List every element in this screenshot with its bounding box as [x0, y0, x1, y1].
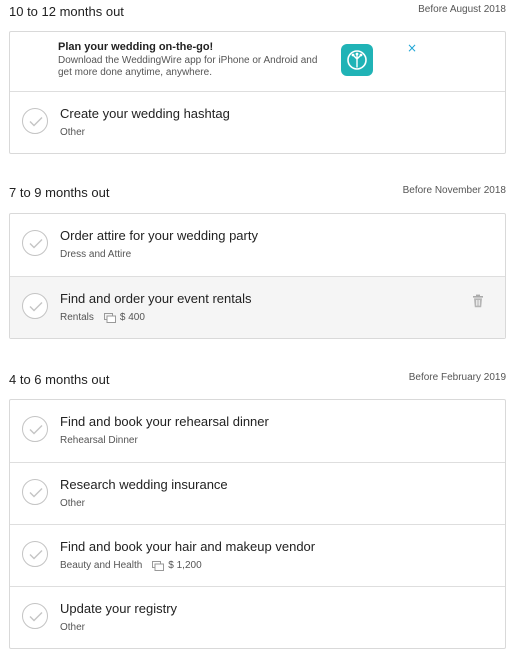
weddingwire-app-icon[interactable]	[341, 44, 373, 76]
task-row[interactable]: Research wedding insurance Other	[10, 462, 505, 524]
complete-task-checkbox[interactable]	[22, 541, 48, 567]
checkmark-icon	[29, 488, 43, 498]
close-promo-button[interactable]: ×	[407, 41, 417, 55]
trash-icon[interactable]	[471, 294, 485, 308]
task-row[interactable]: Find and order your event rentals Rental…	[10, 276, 505, 338]
task-row[interactable]: Create your wedding hashtag Other	[10, 91, 505, 153]
task-title[interactable]: Order attire for your wedding party	[60, 228, 258, 243]
task-card: Order attire for your wedding party Dres…	[9, 213, 506, 339]
section-10-12-months: 10 to 12 months out Before August 2018 P…	[9, 1, 506, 154]
task-category: Rehearsal Dinner	[60, 435, 138, 446]
task-row[interactable]: Order attire for your wedding party Dres…	[10, 214, 505, 276]
checklist-page: 10 to 12 months out Before August 2018 P…	[0, 0, 523, 650]
complete-task-checkbox[interactable]	[22, 108, 48, 134]
task-row[interactable]: Find and book your rehearsal dinner Rehe…	[10, 400, 505, 462]
task-category: Other	[60, 622, 86, 633]
task-category: Beauty and Health	[60, 560, 143, 571]
task-card: Find and book your rehearsal dinner Rehe…	[9, 399, 506, 649]
task-title[interactable]: Find and order your event rentals	[60, 291, 252, 306]
task-title[interactable]: Research wedding insurance	[60, 477, 228, 492]
cost-icon	[103, 312, 116, 323]
section-date: Before August 2018	[418, 4, 506, 15]
checkmark-icon	[29, 425, 43, 435]
complete-task-checkbox[interactable]	[22, 603, 48, 629]
task-cost: $ 400	[119, 312, 145, 323]
app-promo-banner: Plan your wedding on-the-go! Download th…	[10, 32, 505, 91]
checkmark-icon	[29, 117, 43, 127]
promo-text: Download the WeddingWire app for iPhone …	[58, 55, 318, 78]
task-cost: $ 1,200	[168, 560, 202, 571]
section-title: 7 to 9 months out	[9, 185, 110, 200]
section-header: 10 to 12 months out Before August 2018	[9, 1, 506, 23]
checkmark-icon	[29, 612, 43, 622]
task-meta: Beauty and Health $ 1,200	[60, 560, 202, 571]
task-category: Rentals	[60, 312, 94, 323]
task-meta: Other	[60, 498, 85, 509]
checkmark-icon	[29, 302, 43, 312]
complete-task-checkbox[interactable]	[22, 479, 48, 505]
task-meta: Rentals $ 400	[60, 312, 145, 323]
section-date: Before February 2019	[408, 372, 506, 383]
task-category: Other	[60, 127, 86, 138]
task-meta: Dress and Attire	[60, 249, 131, 260]
promo-title: Plan your wedding on-the-go!	[58, 41, 214, 53]
task-meta: Rehearsal Dinner	[60, 435, 138, 446]
task-card: Plan your wedding on-the-go! Download th…	[9, 31, 506, 154]
task-row[interactable]: Find and book your hair and makeup vendo…	[10, 524, 505, 586]
complete-task-checkbox[interactable]	[22, 416, 48, 442]
section-header: 4 to 6 months out Before February 2019	[9, 369, 506, 391]
section-title: 4 to 6 months out	[9, 372, 110, 387]
task-title[interactable]: Find and book your rehearsal dinner	[60, 414, 269, 429]
complete-task-checkbox[interactable]	[22, 293, 48, 319]
task-title[interactable]: Create your wedding hashtag	[60, 106, 230, 121]
checkmark-icon	[29, 239, 43, 249]
section-date: Before November 2018	[402, 185, 506, 196]
cost-icon	[152, 560, 165, 571]
section-header: 7 to 9 months out Before November 2018	[9, 182, 506, 204]
complete-task-checkbox[interactable]	[22, 230, 48, 256]
task-title[interactable]: Find and book your hair and makeup vendo…	[60, 539, 315, 554]
checkmark-icon	[29, 550, 43, 560]
section-title: 10 to 12 months out	[9, 4, 124, 19]
section-7-9-months: 7 to 9 months out Before November 2018 O…	[9, 182, 506, 339]
task-category: Dress and Attire	[60, 249, 132, 260]
task-title[interactable]: Update your registry	[60, 601, 177, 616]
section-4-6-months: 4 to 6 months out Before February 2019 F…	[9, 369, 506, 649]
task-row[interactable]: Update your registry Other	[10, 586, 505, 648]
task-meta: Other	[60, 622, 85, 633]
task-meta: Other	[60, 127, 85, 138]
task-category: Other	[60, 498, 86, 509]
